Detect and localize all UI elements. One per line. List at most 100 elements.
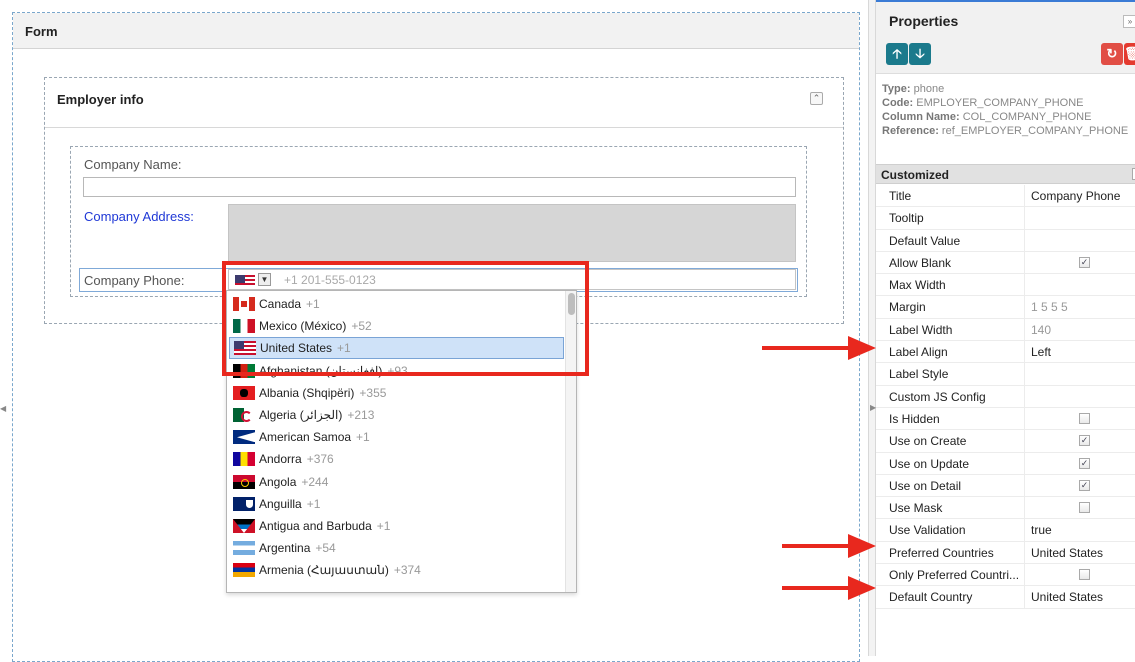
country-option[interactable]: Albania (Shqipëri) +355 — [229, 382, 564, 404]
property-row[interactable]: Default Country United States — [876, 586, 1135, 609]
country-option[interactable]: Armenia (Հայաստան) +374 — [229, 559, 564, 581]
property-row[interactable]: Allow Blank ✓ — [876, 251, 1135, 275]
ag-flag-icon — [233, 519, 255, 533]
property-value[interactable]: true — [1031, 523, 1052, 537]
property-value[interactable]: 1 5 5 5 — [1031, 300, 1068, 314]
country-option[interactable]: United States +1 — [229, 337, 564, 360]
column-divider — [1024, 274, 1025, 296]
country-name: American Samoa — [259, 430, 352, 445]
property-name: Default Country — [889, 590, 973, 605]
property-row[interactable]: Label Align Left — [876, 341, 1135, 364]
property-name: Is Hidden — [889, 411, 940, 426]
arrow-down-icon[interactable]: 🡣 — [909, 43, 931, 65]
collapse-panel-icon[interactable]: » — [1123, 15, 1135, 28]
customized-section-title: Customized — [881, 168, 950, 182]
properties-panel: Properties » 🡡 🡣 ↻ 🗑 Type: phone Code: E… — [876, 0, 1135, 656]
country-name: Angola — [259, 474, 297, 489]
property-row[interactable]: Custom JS Config — [876, 385, 1135, 408]
column-name-value: COL_COMPANY_PHONE — [962, 111, 1092, 123]
country-option[interactable]: Canada +1 — [229, 293, 564, 315]
country-option[interactable]: Andorra +376 — [229, 448, 564, 470]
property-row[interactable]: Tooltip — [876, 207, 1135, 230]
property-name: Allow Blank — [889, 255, 952, 270]
company-phone-input[interactable]: ▼ +1 201-555-0123 — [228, 269, 796, 290]
reset-icon[interactable]: ↻ — [1101, 43, 1123, 65]
country-dropdown-list[interactable]: Canada +1 Mexico (México) +52 United States +… — [226, 290, 577, 593]
country-option[interactable]: Argentina +54 — [229, 537, 564, 559]
double-chevron-up-icon[interactable]: ⌃ — [810, 92, 823, 105]
country-name: Antigua and Barbuda — [259, 519, 372, 533]
trash-icon[interactable]: 🗑 — [1124, 43, 1135, 65]
property-row[interactable]: Max Width — [876, 274, 1135, 297]
property-row[interactable]: Preferred Countries United States — [876, 541, 1135, 565]
country-option[interactable]: Antigua and Barbuda +1 — [229, 515, 564, 537]
property-name: Label Style — [889, 367, 949, 382]
af-flag-icon — [233, 363, 255, 378]
column-divider — [1024, 341, 1025, 363]
property-row[interactable]: Title Company Phone — [876, 185, 1135, 208]
dial-code: +1 — [356, 430, 370, 445]
checkbox-checked[interactable]: ✓ — [1079, 457, 1090, 469]
column-name-label: Column Name: — [882, 111, 960, 123]
company-address-input[interactable] — [228, 204, 796, 262]
property-name: Preferred Countries — [889, 545, 994, 560]
property-row[interactable]: Use Validation true — [876, 519, 1135, 542]
property-name: Label Width — [889, 322, 953, 337]
ai-flag-icon — [233, 496, 255, 511]
property-row[interactable]: Use on Create ✓ — [876, 430, 1135, 453]
company-address-label: Company Address: — [84, 209, 194, 224]
checkbox-unchecked[interactable] — [1079, 502, 1090, 514]
property-row[interactable]: Label Style — [876, 363, 1135, 386]
company-phone-label: Company Phone: — [84, 273, 185, 288]
property-row[interactable]: Is Hidden — [876, 407, 1135, 431]
dial-code: +52 — [351, 319, 372, 334]
country-option[interactable]: Angola +244 — [229, 471, 564, 493]
country-name: Armenia (Հայաստան) — [259, 563, 389, 578]
property-row[interactable]: Only Preferred Countri... — [876, 564, 1135, 587]
column-divider — [1024, 430, 1025, 452]
dial-code: +1 — [376, 519, 391, 533]
property-row[interactable]: Use Mask — [876, 497, 1135, 520]
property-row[interactable]: Margin 1 5 5 5 — [876, 296, 1135, 319]
ca-flag-icon — [233, 297, 255, 311]
checkbox-checked[interactable]: ✓ — [1079, 435, 1090, 447]
property-value[interactable]: 140 — [1031, 323, 1051, 337]
property-row[interactable]: Label Width 140 — [876, 318, 1135, 342]
property-value[interactable]: Company Phone — [1031, 189, 1120, 203]
property-row[interactable]: Use on Detail ✓ — [876, 474, 1135, 498]
checkbox-unchecked[interactable] — [1079, 569, 1090, 581]
property-value[interactable]: United States — [1031, 546, 1103, 560]
left-collapse-handle[interactable]: ◀ — [0, 404, 6, 413]
column-divider — [1024, 318, 1025, 341]
country-flag-select[interactable]: ▼ — [235, 273, 277, 287]
country-option[interactable]: Algeria (‫الجزائر‬‎) +213 — [229, 404, 564, 426]
property-value[interactable]: Left — [1031, 345, 1051, 359]
column-divider — [1024, 407, 1025, 430]
country-option[interactable]: Afghanistan (‫افغانستان‬‎) +93 — [229, 360, 564, 382]
property-row[interactable]: Default Value — [876, 229, 1135, 252]
country-option[interactable]: American Samoa +1 — [229, 426, 564, 448]
property-name: Only Preferred Countri... — [889, 568, 1020, 583]
checkbox-checked[interactable]: ✓ — [1079, 256, 1090, 268]
property-value[interactable]: United States — [1031, 590, 1103, 604]
dropdown-scrollbar[interactable] — [565, 291, 576, 592]
country-name: Canada — [259, 297, 302, 311]
employer-info-title: Employer info — [57, 92, 144, 107]
dial-code: +1 — [306, 496, 321, 511]
property-row[interactable]: Use on Update ✓ — [876, 452, 1135, 475]
country-option[interactable]: Mexico (México) +52 — [229, 315, 564, 337]
code-value: EMPLOYER_COMPANY_PHONE — [916, 97, 1084, 109]
dial-code: +376 — [306, 452, 334, 467]
checkbox-unchecked[interactable] — [1079, 412, 1090, 424]
chevron-down-icon[interactable]: ▼ — [258, 273, 271, 286]
column-divider — [1024, 363, 1025, 385]
column-divider — [1024, 541, 1025, 564]
country-option[interactable]: Anguilla +1 — [229, 493, 564, 515]
arrow-up-icon[interactable]: 🡡 — [886, 43, 908, 65]
property-name: Default Value — [889, 233, 961, 248]
dropdown-scroll-thumb[interactable] — [568, 293, 575, 315]
customized-section-header[interactable]: Customized — [876, 164, 1135, 184]
panel-splitter[interactable]: ▶ — [868, 0, 876, 656]
company-name-input[interactable] — [83, 177, 796, 197]
checkbox-checked[interactable]: ✓ — [1079, 479, 1090, 491]
